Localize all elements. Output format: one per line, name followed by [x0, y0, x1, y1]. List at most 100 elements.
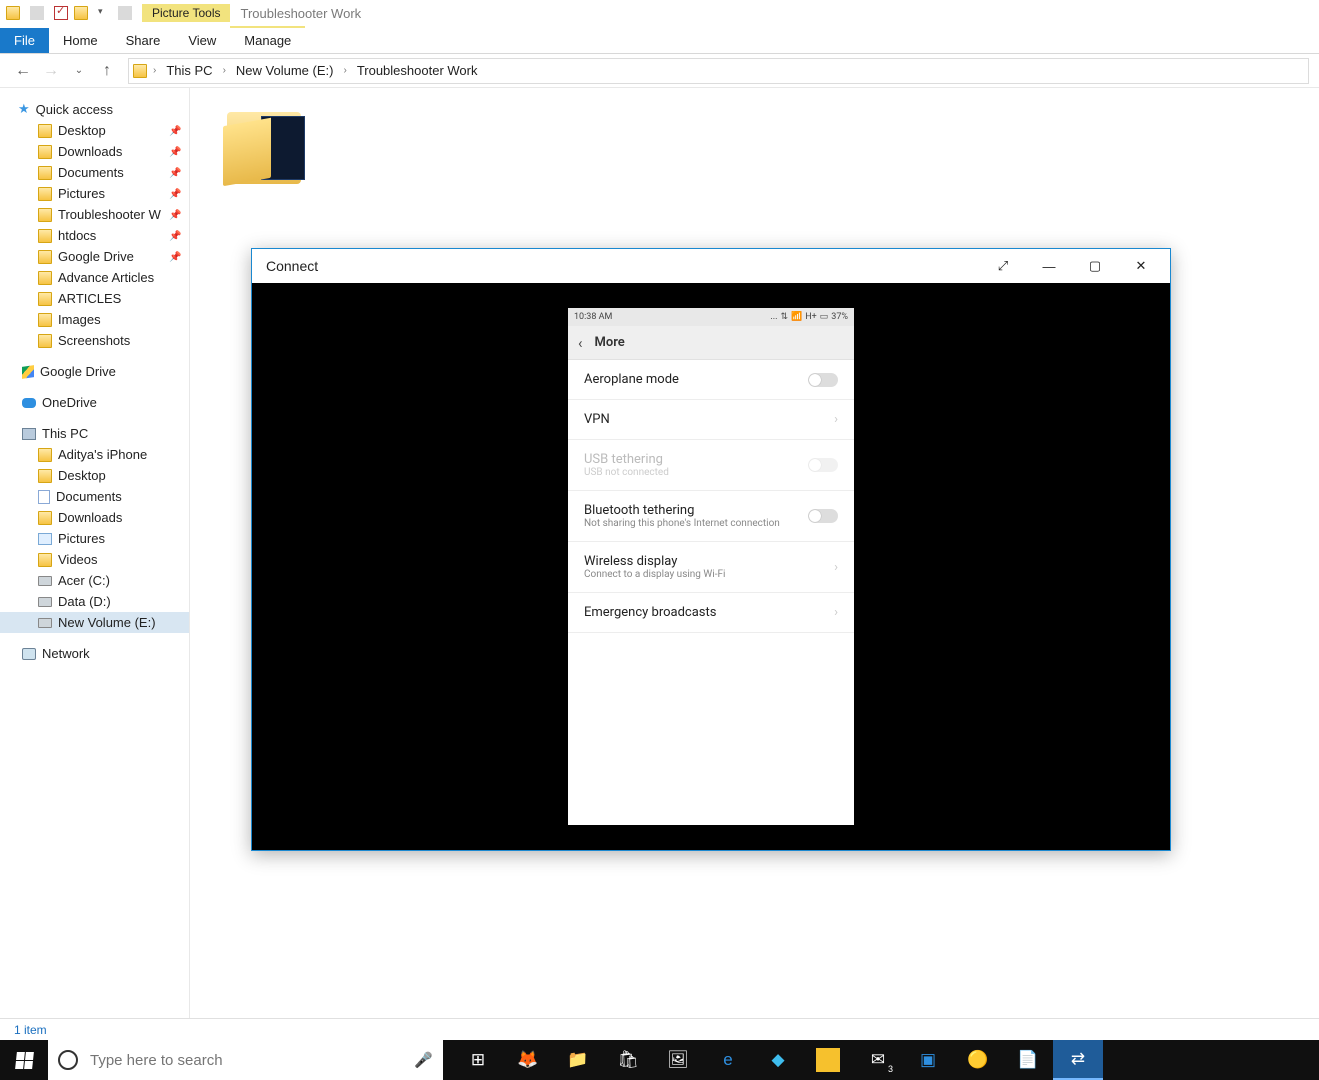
taskview-button[interactable]: ⊞: [453, 1040, 503, 1080]
nav-network[interactable]: Network: [0, 643, 189, 664]
phone-network: H+: [805, 312, 817, 322]
nav-forward-button[interactable]: →: [38, 58, 64, 84]
sidebar-item-label: Documents: [58, 165, 124, 180]
nav-onedrive-label: OneDrive: [42, 395, 97, 410]
address-bar[interactable]: › This PC › New Volume (E:) › Troublesho…: [128, 58, 1309, 84]
start-button[interactable]: [0, 1040, 48, 1080]
item-icon: [38, 576, 52, 586]
sidebar-item[interactable]: Pictures: [0, 528, 189, 549]
search-input[interactable]: [88, 1051, 404, 1070]
connect-titlebar[interactable]: Connect ⤢ — ▢ ✕: [252, 249, 1170, 283]
connect-window: Connect ⤢ — ▢ ✕ 10:38 AM ... ⇅ 📶 H+ ▭ 37…: [251, 248, 1171, 851]
phone-settings-row[interactable]: Bluetooth tetheringNot sharing this phon…: [568, 491, 854, 542]
firefox-icon[interactable]: 🦊: [503, 1040, 553, 1080]
sidebar-item[interactable]: Images: [0, 309, 189, 330]
fileexplorer-icon[interactable]: 📁: [553, 1040, 603, 1080]
nav-thispc[interactable]: This PC: [0, 423, 189, 444]
new-folder-icon[interactable]: [74, 6, 88, 20]
context-tab-picturetools[interactable]: Picture Tools: [142, 4, 230, 22]
crumb-folder[interactable]: Troubleshooter Work: [353, 63, 482, 78]
photos-icon[interactable]: 🖼: [653, 1040, 703, 1080]
mic-icon[interactable]: 🎤: [414, 1051, 433, 1069]
sidebar-item[interactable]: Data (D:): [0, 591, 189, 612]
row-sublabel: Not sharing this phone's Internet connec…: [584, 518, 780, 529]
fullscreen-button[interactable]: ⤢: [980, 250, 1026, 282]
row-sublabel: USB not connected: [584, 467, 669, 478]
sidebar-item[interactable]: Pictures📌: [0, 183, 189, 204]
folder-icon: [38, 124, 52, 138]
nav-recent-dropdown[interactable]: ⌄: [66, 58, 92, 84]
sidebar-item[interactable]: ARTICLES: [0, 288, 189, 309]
phone-settings-row[interactable]: VPN›: [568, 400, 854, 440]
folder-icon[interactable]: [6, 6, 20, 20]
phone-settings-row[interactable]: Wireless displayConnect to a display usi…: [568, 542, 854, 593]
connect-app-icon[interactable]: ⇄: [1053, 1040, 1103, 1080]
nav-googledrive[interactable]: Google Drive: [0, 361, 189, 382]
properties-icon[interactable]: [54, 6, 68, 20]
ribbon-tab-manage[interactable]: Manage: [230, 26, 305, 53]
sidebar-item[interactable]: Desktop📌: [0, 120, 189, 141]
phone-back-button[interactable]: ‹: [578, 334, 583, 352]
store-icon[interactable]: 🛍: [603, 1040, 653, 1080]
nav-back-button[interactable]: ←: [10, 58, 36, 84]
notes-icon[interactable]: [816, 1048, 840, 1072]
nav-up-button[interactable]: ↑: [94, 58, 120, 84]
phone-body: Aeroplane modeVPN›USB tetheringUSB not c…: [568, 360, 854, 825]
ribbon-tab-home[interactable]: Home: [49, 28, 112, 53]
sidebar-item[interactable]: Documents: [0, 486, 189, 507]
toggle-switch[interactable]: [808, 509, 838, 523]
notepad-icon[interactable]: 📄: [1003, 1040, 1053, 1080]
sidebar-item-label: Data (D:): [58, 594, 111, 609]
nav-googledrive-label: Google Drive: [40, 364, 116, 379]
ribbon-tab-share[interactable]: Share: [112, 28, 175, 53]
item-icon: [38, 597, 52, 607]
mail-icon[interactable]: ✉3: [853, 1040, 903, 1080]
crumb-thispc[interactable]: This PC: [162, 63, 216, 78]
status-item-count: 1 item: [14, 1023, 47, 1037]
edge-icon[interactable]: e: [703, 1040, 753, 1080]
chrome-icon[interactable]: 🟡: [953, 1040, 1003, 1080]
sidebar-item[interactable]: Screenshots: [0, 330, 189, 351]
sidebar-item-label: Images: [58, 312, 101, 327]
item-icon: [38, 553, 52, 567]
row-label: Wireless display: [584, 554, 725, 569]
phone-settings-row[interactable]: Aeroplane mode: [568, 360, 854, 400]
minimize-button[interactable]: —: [1026, 250, 1072, 282]
phone-signal-icon: 📶: [791, 312, 802, 322]
sidebar-item[interactable]: Aditya's iPhone: [0, 444, 189, 465]
ribbon-tab-file[interactable]: File: [0, 28, 49, 53]
sidebar-item-label: Documents: [56, 489, 122, 504]
sidebar-item[interactable]: Videos: [0, 549, 189, 570]
qat-dropdown-icon[interactable]: ▾: [94, 6, 108, 20]
sidebar-item[interactable]: Troubleshooter W📌: [0, 204, 189, 225]
taskbar-search[interactable]: 🎤: [48, 1040, 443, 1080]
kodi-icon[interactable]: ◆: [753, 1040, 803, 1080]
sidebar-item-label: Downloads: [58, 144, 122, 159]
phone-settings-row[interactable]: Emergency broadcasts›: [568, 593, 854, 633]
folder-icon: [38, 145, 52, 159]
crumb-volume[interactable]: New Volume (E:): [232, 63, 338, 78]
outlook-icon[interactable]: ▣: [903, 1040, 953, 1080]
folder-icon: [38, 208, 52, 222]
sidebar-item-label: Google Drive: [58, 249, 134, 264]
sidebar-item[interactable]: Acer (C:): [0, 570, 189, 591]
folder-item[interactable]: [212, 106, 312, 184]
sidebar-item[interactable]: Downloads📌: [0, 141, 189, 162]
nav-quickaccess[interactable]: ★ Quick access: [0, 98, 189, 120]
item-icon: [38, 533, 52, 545]
sidebar-item[interactable]: New Volume (E:): [0, 612, 189, 633]
row-label: Bluetooth tethering: [584, 503, 780, 518]
ribbon-tab-view[interactable]: View: [174, 28, 230, 53]
nav-onedrive[interactable]: OneDrive: [0, 392, 189, 413]
close-button[interactable]: ✕: [1118, 250, 1164, 282]
maximize-button[interactable]: ▢: [1072, 250, 1118, 282]
sidebar-item-label: New Volume (E:): [58, 615, 156, 630]
sidebar-item[interactable]: Documents📌: [0, 162, 189, 183]
sidebar-item[interactable]: Desktop: [0, 465, 189, 486]
sidebar-item[interactable]: Google Drive📌: [0, 246, 189, 267]
sidebar-item[interactable]: Advance Articles: [0, 267, 189, 288]
sidebar-item[interactable]: htdocs📌: [0, 225, 189, 246]
item-icon: [38, 490, 50, 504]
sidebar-item[interactable]: Downloads: [0, 507, 189, 528]
toggle-switch[interactable]: [808, 373, 838, 387]
